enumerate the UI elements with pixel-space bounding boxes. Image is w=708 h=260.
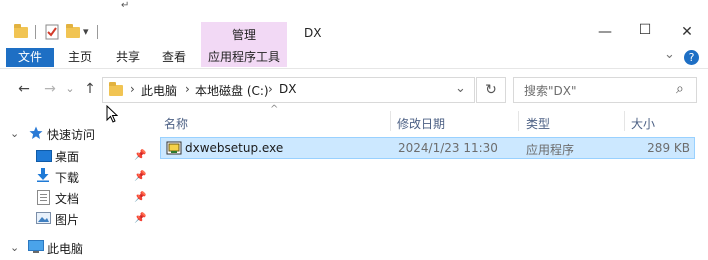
collapse-icon[interactable]: ⌄	[10, 241, 19, 254]
sort-indicator-icon: ^	[270, 104, 279, 115]
address-dropdown-icon[interactable]: ⌄	[455, 81, 466, 96]
documents-icon	[37, 190, 50, 205]
new-folder-icon[interactable]	[66, 24, 80, 38]
folder-icon	[109, 82, 123, 96]
back-button[interactable]: ←	[14, 80, 34, 98]
file-modified: 2024/1/23 11:30	[398, 141, 498, 155]
tab-view[interactable]: 查看	[154, 48, 194, 66]
collapse-icon[interactable]: ⌄	[10, 127, 19, 140]
refresh-button[interactable]: ↻	[476, 77, 506, 103]
nav-item-desktop[interactable]: 桌面	[55, 148, 79, 165]
desktop-icon	[36, 150, 52, 162]
divider	[0, 68, 708, 69]
pin-icon[interactable]: 📌	[134, 171, 146, 182]
search-input[interactable]: 搜索"DX" ⌕	[513, 77, 697, 103]
forward-button[interactable]: →	[40, 80, 60, 98]
nav-quick-access[interactable]: 快速访问	[47, 126, 95, 143]
breadcrumb-separator[interactable]: ›	[185, 82, 190, 96]
computer-icon	[28, 240, 44, 257]
qat-dropdown-icon[interactable]: ▾	[83, 25, 89, 38]
address-bar[interactable]: › 此电脑 › 本地磁盘 (C:) › DX ⌄	[102, 77, 475, 103]
tab-home[interactable]: 主页	[60, 48, 100, 66]
tab-application-tools[interactable]: 应用程序工具	[201, 48, 287, 67]
installer-icon	[166, 140, 182, 159]
pin-icon[interactable]: 📌	[134, 150, 146, 161]
column-header-name[interactable]: 名称	[164, 115, 188, 132]
column-header-size[interactable]: 大小	[631, 115, 655, 132]
search-icon[interactable]: ⌕	[676, 81, 684, 97]
breadcrumb-separator[interactable]: ›	[130, 82, 135, 96]
column-divider[interactable]	[518, 111, 519, 131]
pin-icon[interactable]: 📌	[134, 192, 146, 203]
divider	[97, 25, 98, 39]
column-divider[interactable]	[390, 111, 391, 131]
maximize-button[interactable]: ☐	[630, 22, 660, 38]
nav-item-documents[interactable]: 文档	[55, 190, 79, 207]
breadcrumb-this-pc[interactable]: 此电脑	[141, 82, 177, 99]
recent-locations-button[interactable]: ⌄	[63, 80, 77, 98]
nav-this-pc[interactable]: 此电脑	[47, 240, 83, 257]
tab-file[interactable]: 文件	[6, 48, 54, 67]
tab-manage[interactable]: 管理	[201, 22, 287, 48]
folder-icon[interactable]	[14, 24, 28, 38]
column-divider[interactable]	[624, 111, 625, 131]
column-header-type[interactable]: 类型	[526, 115, 550, 132]
column-header-modified[interactable]: 修改日期	[397, 115, 445, 132]
file-name[interactable]: dxwebsetup.exe	[185, 141, 283, 155]
properties-icon[interactable]	[45, 24, 59, 40]
file-type: 应用程序	[526, 143, 575, 157]
pictures-icon	[36, 212, 51, 224]
breadcrumb-local-disk[interactable]: 本地磁盘 (C:)	[195, 82, 269, 99]
up-button[interactable]: ↑	[80, 80, 100, 98]
tab-share[interactable]: 共享	[108, 48, 148, 66]
nav-item-pictures[interactable]: 图片	[55, 211, 79, 228]
breadcrumb-dx[interactable]: DX	[279, 82, 296, 96]
help-icon[interactable]: ?	[684, 50, 699, 65]
close-button[interactable]: ✕	[672, 24, 702, 40]
text-cursor-mark: ↵	[121, 0, 130, 11]
search-placeholder: 搜索"DX"	[524, 84, 577, 98]
file-size: 289 KB	[647, 141, 690, 155]
pin-icon[interactable]: 📌	[134, 213, 146, 224]
ribbon-expand-icon[interactable]: ⌄	[664, 47, 675, 62]
star-icon	[29, 126, 43, 143]
window-title: DX	[304, 26, 322, 40]
nav-item-downloads[interactable]: 下载	[55, 169, 79, 186]
table-row[interactable]: dxwebsetup.exe 2024/1/23 11:30 应用程序 289 …	[160, 137, 695, 159]
divider	[35, 25, 36, 39]
breadcrumb-separator[interactable]: ›	[268, 82, 273, 96]
minimize-button[interactable]: —	[590, 24, 620, 40]
download-icon	[37, 168, 49, 185]
mouse-cursor-icon	[106, 104, 119, 126]
